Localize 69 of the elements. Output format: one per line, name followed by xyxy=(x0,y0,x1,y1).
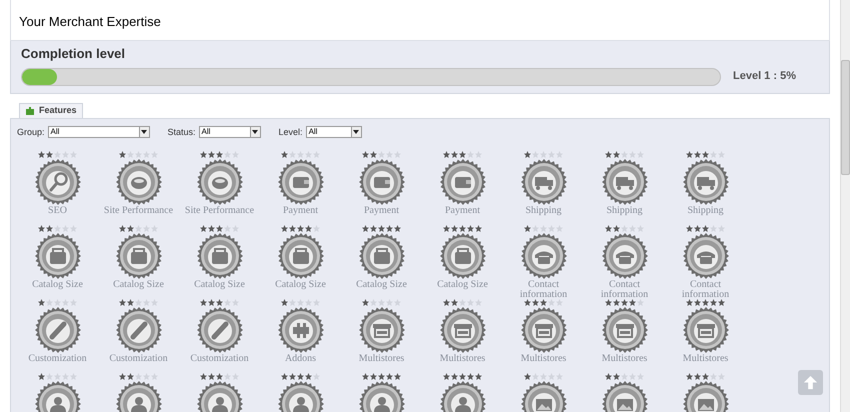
badge-label: Contact information xyxy=(518,280,568,300)
filter-label: Status: xyxy=(168,126,196,138)
badge-drawing xyxy=(520,159,566,205)
badge-label: Payment xyxy=(363,206,400,216)
dropdown-caret-icon xyxy=(250,127,260,138)
scroll-to-top-button[interactable] xyxy=(798,370,823,395)
badge-label: Site Performance xyxy=(102,206,174,216)
badge-label: Catalog Size xyxy=(274,280,327,290)
badge-drawing xyxy=(682,233,728,279)
badge-label: Shipping xyxy=(524,206,563,216)
badge-label: Payment xyxy=(444,206,481,216)
badge-label: Customization xyxy=(27,354,88,364)
badge-drawing xyxy=(278,307,324,353)
badge-drawing xyxy=(682,159,728,205)
badge-drawing xyxy=(440,159,486,205)
badge-drawing xyxy=(440,307,486,353)
badge-drawing xyxy=(358,233,404,279)
filter-dropdown[interactable]: All xyxy=(306,126,362,138)
badge-label: Shipping xyxy=(686,206,725,216)
badge-drawing xyxy=(34,159,80,205)
badge-drawing xyxy=(602,233,648,279)
badge-drawing xyxy=(196,307,242,353)
badge-label: Contact information xyxy=(680,280,730,300)
badge-label: Contact information xyxy=(600,280,650,300)
badge-label: Payment xyxy=(282,206,319,216)
badge-label: Multistores xyxy=(520,354,568,364)
badge-label: Addons xyxy=(284,354,318,364)
badge-label: Catalog Size xyxy=(193,280,246,290)
badge-label: Multistores xyxy=(682,354,730,364)
badge-drawing xyxy=(440,233,486,279)
badge-drawing xyxy=(116,159,162,205)
badge-label: Multistores xyxy=(358,354,406,364)
dropdown-caret-icon xyxy=(138,127,149,138)
dropdown-caret-icon xyxy=(350,127,361,138)
filter-label: Level: xyxy=(278,126,303,138)
badge-drawing xyxy=(34,307,80,353)
badge-label: Catalog Size xyxy=(436,280,489,290)
legend-text: Features xyxy=(39,104,77,117)
badge-drawing xyxy=(34,233,80,279)
filter-dropdown[interactable]: All xyxy=(48,126,150,138)
badge-label: Customization xyxy=(108,354,169,364)
badge-drawing xyxy=(602,307,648,353)
badge-drawing xyxy=(196,159,242,205)
badge-drawing xyxy=(358,307,404,353)
badge-label: Catalog Size xyxy=(31,280,84,290)
filter-label: Group: xyxy=(17,126,45,139)
badge-drawing xyxy=(602,159,648,205)
completion-title: Completion level xyxy=(21,45,126,63)
badge-drawing xyxy=(116,233,162,279)
badge-drawing xyxy=(278,159,324,205)
level-reading: Level 1 : 5% xyxy=(733,69,796,84)
badge-label: Catalog Size xyxy=(112,280,165,290)
filter-dropdown[interactable]: All xyxy=(198,126,261,138)
badge-drawing xyxy=(520,233,566,279)
badge-label: SEO xyxy=(47,206,68,216)
arrow-up-icon xyxy=(803,375,818,390)
badge-drawing xyxy=(682,307,728,353)
badge-label: Shipping xyxy=(605,206,644,216)
badge-label: Multistores xyxy=(438,354,486,364)
badge-label: Catalog Size xyxy=(355,280,408,290)
badge-label: Customization xyxy=(189,354,250,364)
badge-drawing xyxy=(116,307,162,353)
badge-drawing xyxy=(358,159,404,205)
section-title: Your Merchant Expertise xyxy=(19,14,161,29)
badge-label: Multistores xyxy=(600,354,648,364)
badge-label: Site Performance xyxy=(184,206,256,216)
badge-drawing xyxy=(196,233,242,279)
badge-drawing xyxy=(278,233,324,279)
badge-drawing xyxy=(520,307,566,353)
